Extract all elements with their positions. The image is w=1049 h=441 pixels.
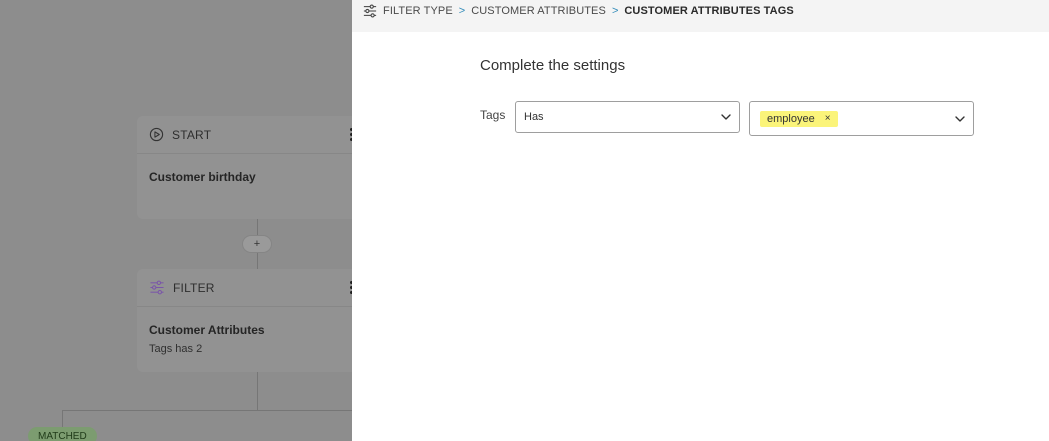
connector-line	[257, 372, 258, 411]
matched-branch-badge[interactable]: MATCHED	[28, 427, 97, 441]
filter-node-title: Customer Attributes	[149, 323, 265, 337]
filter-node-subtitle: Tags has 2	[149, 343, 203, 355]
start-node[interactable]: START Customer birthday	[137, 116, 352, 219]
add-step-button[interactable]: +	[242, 235, 272, 253]
filter-node-header: FILTER	[137, 269, 352, 307]
play-circle-icon	[149, 127, 164, 142]
connector-line	[257, 219, 258, 235]
tag-chip-label: employee	[767, 112, 815, 125]
chevron-down-icon[interactable]	[721, 114, 731, 120]
tags-field-label: Tags	[480, 108, 506, 122]
start-node-header: START	[137, 116, 352, 154]
connector-line	[62, 410, 352, 411]
flow-canvas: START Customer birthday + FILTER Custome…	[0, 0, 352, 441]
chevron-down-icon[interactable]	[955, 115, 965, 122]
page-title: Complete the settings	[480, 57, 626, 74]
breadcrumb-customer-attributes[interactable]: CUSTOMER ATTRIBUTES	[471, 5, 606, 17]
tags-value-select[interactable]: employee ×	[749, 101, 974, 136]
chevron-right-icon: >	[458, 5, 466, 17]
breadcrumb: FILTER TYPE > CUSTOMER ATTRIBUTES > CUST…	[352, 0, 1049, 32]
filter-node[interactable]: FILTER Customer Attributes Tags has 2	[137, 269, 352, 372]
filter-sliders-icon	[150, 280, 164, 295]
tags-operator-select[interactable]: Has	[515, 101, 740, 133]
filter-sliders-icon	[363, 4, 377, 18]
filter-node-type-label: FILTER	[173, 280, 215, 295]
tags-operator-value: Has	[524, 111, 544, 123]
breadcrumb-filter-type[interactable]: FILTER TYPE	[383, 5, 453, 17]
breadcrumb-customer-attributes-tags: CUSTOMER ATTRIBUTES TAGS	[624, 5, 794, 17]
settings-panel: FILTER TYPE > CUSTOMER ATTRIBUTES > CUST…	[352, 0, 1049, 441]
start-node-type-label: START	[172, 127, 212, 142]
close-icon[interactable]: ×	[825, 113, 831, 124]
chevron-right-icon: >	[611, 5, 619, 17]
tag-chip-employee: employee ×	[760, 110, 838, 127]
start-node-title: Customer birthday	[149, 170, 256, 184]
connector-line	[257, 253, 258, 269]
